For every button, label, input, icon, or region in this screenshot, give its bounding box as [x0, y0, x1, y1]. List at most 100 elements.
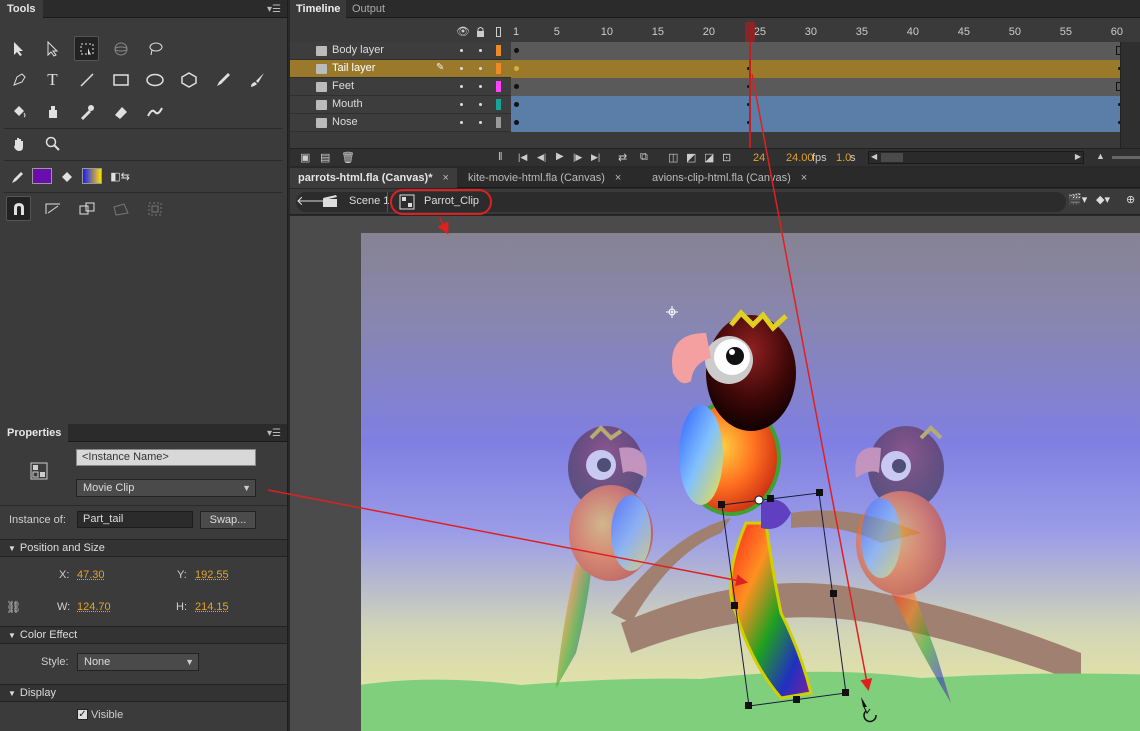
- subselection-icon[interactable]: [40, 36, 65, 61]
- step-back-icon[interactable]: ◀|: [537, 152, 546, 163]
- center-frame-icon[interactable]: ‖: [498, 151, 503, 163]
- layer-toggle-dot[interactable]: [479, 49, 482, 52]
- transform-handle[interactable]: [731, 602, 738, 609]
- fill-color-icon[interactable]: [56, 164, 78, 189]
- pencil-icon[interactable]: [210, 67, 235, 92]
- layer-name[interactable]: Feet: [332, 80, 354, 92]
- layer-outline-color[interactable]: [496, 99, 501, 110]
- tab-avions-clip[interactable]: avions-clip-html.fla (Canvas) ×: [644, 168, 815, 188]
- layer-row[interactable]: Tail layer ✎: [290, 60, 1140, 78]
- layer-toggle-dot[interactable]: [460, 103, 463, 106]
- step-forward-icon[interactable]: |▶: [573, 152, 582, 163]
- hand-icon[interactable]: [6, 131, 31, 156]
- new-layer-icon[interactable]: ▣: [300, 151, 310, 164]
- w-value[interactable]: 124.70: [77, 601, 111, 613]
- layer-toggle-dot[interactable]: [460, 85, 463, 88]
- edit-frames-icon[interactable]: ◪: [704, 151, 714, 164]
- fill-color-swatch[interactable]: [82, 168, 102, 184]
- display-section[interactable]: ▼ Display: [0, 684, 287, 702]
- y-value[interactable]: 192.55: [195, 569, 229, 581]
- paint-bucket-icon[interactable]: [6, 99, 31, 124]
- layer-toggle-dot[interactable]: [479, 67, 482, 70]
- layer-toggle-dot[interactable]: [479, 121, 482, 124]
- keyframe[interactable]: [514, 84, 519, 89]
- layer-outline-color[interactable]: [496, 45, 501, 56]
- layer-toggle-dot[interactable]: [460, 49, 463, 52]
- straighten-icon[interactable]: [74, 196, 99, 221]
- layer-row[interactable]: Mouth: [290, 96, 1140, 114]
- tab-output[interactable]: Output: [346, 0, 391, 18]
- go-to-first-icon[interactable]: |◀: [518, 152, 527, 163]
- frame-span[interactable]: [511, 96, 1122, 114]
- edit-scene-icon[interactable]: 🎬▾: [1068, 193, 1087, 206]
- layer-toggle-dot[interactable]: [460, 121, 463, 124]
- polystar-icon[interactable]: [176, 67, 201, 92]
- layer-name[interactable]: Mouth: [332, 98, 363, 110]
- eye-icon[interactable]: 👁: [456, 25, 470, 38]
- transform-handle[interactable]: [816, 489, 823, 496]
- keyframe[interactable]: [514, 102, 519, 107]
- visible-checkbox[interactable]: ✓: [77, 709, 88, 720]
- eraser-icon[interactable]: [108, 99, 133, 124]
- timeline-hscroll[interactable]: ◀ ▶: [868, 151, 1084, 164]
- layer-name[interactable]: Tail layer: [332, 62, 375, 74]
- close-icon[interactable]: ×: [615, 172, 621, 184]
- line-icon[interactable]: [74, 67, 99, 92]
- loop-icon[interactable]: ⇄: [618, 151, 627, 164]
- bone-icon[interactable]: [142, 99, 167, 124]
- symbol-type-select[interactable]: Movie Clip ▼: [76, 479, 256, 497]
- color-effect-section[interactable]: ▼ Color Effect: [0, 626, 287, 644]
- position-size-section[interactable]: ▼ Position and Size: [0, 539, 287, 557]
- layer-name[interactable]: Body layer: [332, 44, 384, 56]
- eyedropper-icon[interactable]: [74, 99, 99, 124]
- style-select[interactable]: None ▼: [77, 653, 199, 671]
- keyframe[interactable]: [514, 66, 519, 71]
- outline-icon[interactable]: [496, 27, 501, 37]
- rectangle-icon[interactable]: [108, 67, 133, 92]
- 3d-rotation-icon[interactable]: [108, 36, 133, 61]
- panel-menu-icon[interactable]: ▾☰: [267, 428, 281, 439]
- rotate-skew-icon[interactable]: [108, 196, 133, 221]
- tab-timeline[interactable]: Timeline: [290, 0, 347, 18]
- onion-outline-icon[interactable]: ◫: [668, 151, 678, 164]
- modify-markers-icon[interactable]: ⊡: [722, 151, 731, 164]
- scroll-thumb[interactable]: [881, 153, 903, 162]
- keyframe[interactable]: [514, 48, 519, 53]
- layer-outline-color[interactable]: [496, 117, 501, 128]
- frame-span[interactable]: [511, 78, 1122, 96]
- zoom-out-icon[interactable]: ▲: [1096, 151, 1105, 161]
- pen-icon[interactable]: [6, 67, 31, 92]
- swap-button[interactable]: Swap...: [200, 511, 256, 529]
- transform-handle[interactable]: [718, 501, 725, 508]
- zoom-slider[interactable]: [1112, 156, 1140, 159]
- snap-to-objects-icon[interactable]: [6, 196, 31, 221]
- link-dimensions-icon[interactable]: ⛓: [6, 600, 21, 614]
- tab-parrots[interactable]: parrots-html.fla (Canvas)* ×: [290, 168, 457, 188]
- edit-multiple-icon[interactable]: ◩: [686, 151, 696, 164]
- timeline-vscroll[interactable]: [1120, 42, 1140, 148]
- panel-menu-icon[interactable]: ▾☰: [267, 4, 281, 15]
- scale-icon[interactable]: [142, 196, 167, 221]
- brush-icon[interactable]: [244, 67, 269, 92]
- oval-icon[interactable]: [142, 67, 167, 92]
- transform-pivot[interactable]: [754, 495, 764, 505]
- layer-toggle-dot[interactable]: [479, 85, 482, 88]
- selection-icon[interactable]: [6, 36, 31, 61]
- stroke-color-icon[interactable]: [6, 164, 28, 189]
- instance-name-field[interactable]: <Instance Name>: [76, 449, 256, 466]
- swap-colors-icon[interactable]: ◧⇆: [106, 164, 134, 189]
- transform-handle[interactable]: [745, 702, 752, 709]
- stroke-color-swatch[interactable]: [32, 168, 52, 184]
- new-folder-icon[interactable]: ▤: [320, 151, 330, 164]
- scroll-left-icon[interactable]: ◀: [871, 152, 877, 161]
- layer-toggle-dot[interactable]: [479, 103, 482, 106]
- frame-span[interactable]: [511, 60, 1122, 78]
- lock-icon[interactable]: [476, 26, 485, 40]
- layer-row[interactable]: Nose: [290, 114, 1140, 132]
- play-icon[interactable]: ▶: [556, 151, 564, 162]
- tab-kite-movie[interactable]: kite-movie-html.fla (Canvas) ×: [460, 168, 629, 188]
- smooth-icon[interactable]: [40, 196, 65, 221]
- frame-span[interactable]: [511, 114, 1122, 132]
- transform-handle[interactable]: [793, 696, 800, 703]
- layer-outline-color[interactable]: [496, 81, 501, 92]
